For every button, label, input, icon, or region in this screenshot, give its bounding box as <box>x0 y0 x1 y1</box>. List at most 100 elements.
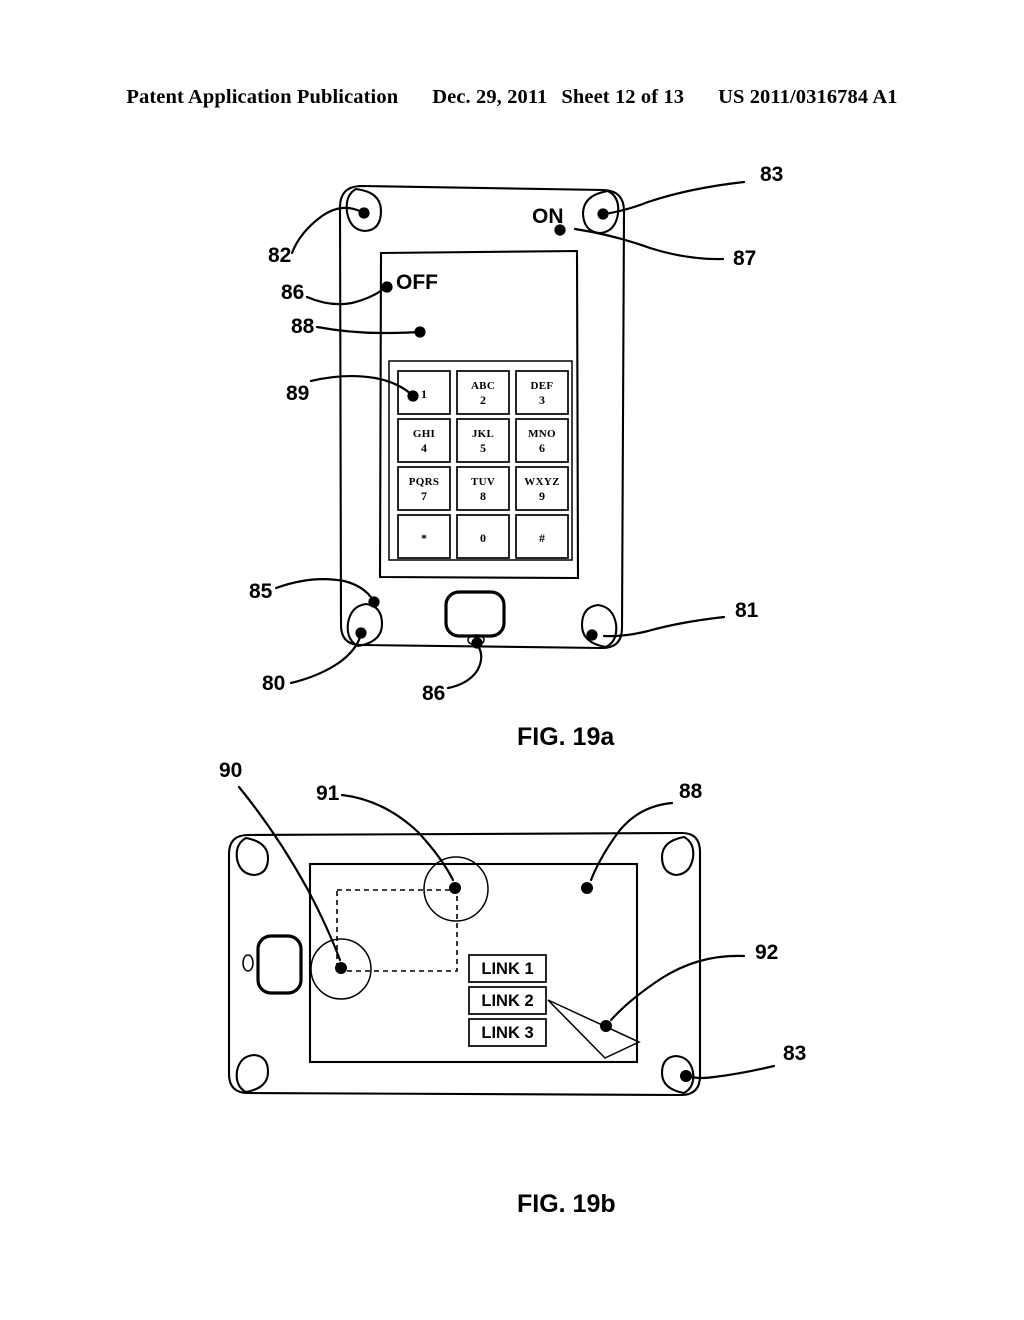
microphone-oval-19b <box>242 954 254 972</box>
link-item-3[interactable]: LINK 3 <box>468 1018 547 1047</box>
leader-90 <box>237 785 342 962</box>
reference-numeral-85: 85 <box>249 580 273 603</box>
key-letters: DEF <box>531 380 554 392</box>
leader-86-bottom <box>446 644 483 690</box>
key-digit: 9 <box>539 489 545 503</box>
ref-dot-89 <box>407 390 419 402</box>
corner-tab-bottom-left-19a <box>346 602 384 648</box>
reference-numeral-88: 88 <box>679 780 703 803</box>
leader-82 <box>290 206 364 255</box>
link-label: LINK 3 <box>481 1024 533 1042</box>
reference-numeral-82: 82 <box>268 244 291 267</box>
link-label: LINK 2 <box>481 992 533 1010</box>
home-button-19a[interactable] <box>444 590 506 638</box>
keypad-key-2[interactable]: ABC2 <box>456 370 510 415</box>
ref-dot-83 <box>597 208 609 220</box>
reference-numeral-86: 86 <box>422 682 445 705</box>
key-digit: 3 <box>539 393 545 407</box>
leader-80 <box>289 635 362 685</box>
key-letters: WXYZ <box>524 476 559 488</box>
keypad-key-1[interactable]: 1 <box>397 370 451 415</box>
keypad-key-9[interactable]: WXYZ9 <box>515 466 569 511</box>
leader-87 <box>573 227 725 261</box>
ref-dot-87 <box>554 224 566 236</box>
link-item-1[interactable]: LINK 1 <box>468 954 547 983</box>
reference-numeral-87: 87 <box>733 247 756 270</box>
keypad-key-7[interactable]: PQRS7 <box>397 466 451 511</box>
reference-numeral-92: 92 <box>755 941 778 964</box>
leader-89 <box>309 375 413 396</box>
key-digit: * <box>421 531 427 545</box>
key-digit: # <box>539 531 545 545</box>
ref-dot-86-bottom <box>471 637 483 649</box>
corner-tab-bottom-left-19b <box>235 1053 270 1094</box>
leader-83 <box>603 180 746 216</box>
link-item-2[interactable]: LINK 2 <box>468 986 547 1015</box>
ref-dot-82 <box>358 207 370 219</box>
reference-numeral-86: 86 <box>281 281 304 304</box>
keypad-19a[interactable]: 1ABC2DEF3GHI4JKL5MNO6PQRS7TUV8WXYZ9* 0 # <box>397 370 569 559</box>
ref-dot-80 <box>355 627 367 639</box>
reference-numeral-90: 90 <box>219 759 242 782</box>
keypad-key-star[interactable]: * <box>397 514 451 559</box>
reference-numeral-83: 83 <box>783 1042 806 1065</box>
ref-dot-88-b <box>581 882 593 894</box>
keypad-key-hash[interactable]: # <box>515 514 569 559</box>
key-digit: 7 <box>421 489 427 503</box>
reference-numeral-81: 81 <box>735 599 759 622</box>
key-letters: MNO <box>528 428 556 440</box>
figure-label-19b: FIG. 19b <box>517 1190 616 1218</box>
corner-tab-bottom-right-19a <box>580 603 618 649</box>
leader-85 <box>274 578 375 602</box>
reference-numeral-91: 91 <box>316 782 340 805</box>
cursor-pointer-92 <box>547 999 641 1059</box>
reference-numeral-89: 89 <box>286 382 309 405</box>
ref-dot-90 <box>335 962 347 974</box>
ref-dot-81 <box>586 629 598 641</box>
ref-dot-92 <box>600 1020 612 1032</box>
figure-label-19a: FIG. 19a <box>517 723 615 751</box>
keypad-key-3[interactable]: DEF3 <box>515 370 569 415</box>
figure-19a: 1ABC2DEF3GHI4JKL5MNO6PQRS7TUV8WXYZ9* 0 # O… <box>249 163 783 751</box>
corner-tab-top-right-19b <box>660 835 695 877</box>
key-digit: 5 <box>480 441 486 455</box>
ref-dot-85 <box>368 596 380 608</box>
link-list-19b[interactable]: LINK 1 LINK 2 LINK 3 <box>468 954 547 1047</box>
keypad-key-4[interactable]: GHI4 <box>397 418 451 463</box>
leader-86-top <box>305 286 387 306</box>
key-letters: JKL <box>472 428 494 440</box>
key-digit: 2 <box>480 393 486 407</box>
ref-dot-83-b <box>680 1070 692 1082</box>
home-button-19b[interactable] <box>256 934 303 995</box>
leader-92 <box>609 954 746 1022</box>
leader-91 <box>340 793 455 882</box>
corner-tab-top-left-19b <box>235 836 270 877</box>
leader-83-b <box>690 1064 776 1080</box>
screen-label-off-19a: OFF <box>396 271 438 294</box>
key-digit: 1 <box>421 387 427 401</box>
key-digit: 8 <box>480 489 486 503</box>
keypad-key-6[interactable]: MNO6 <box>515 418 569 463</box>
ref-dot-91 <box>449 882 461 894</box>
ref-dot-88 <box>414 326 426 338</box>
reference-numeral-83: 83 <box>760 163 783 186</box>
reference-numeral-88: 88 <box>291 315 315 338</box>
ref-dot-86-top <box>381 281 393 293</box>
leader-88-b <box>589 801 674 882</box>
patent-drawing-sheet: 1ABC2DEF3GHI4JKL5MNO6PQRS7TUV8WXYZ9* 0 # O… <box>219 163 806 1218</box>
dashed-selection-region-19b <box>336 889 458 972</box>
key-letters: TUV <box>471 476 495 488</box>
keypad-key-8[interactable]: TUV8 <box>456 466 510 511</box>
reference-numeral-80: 80 <box>262 672 285 695</box>
key-letters: ABC <box>471 380 495 392</box>
keypad-key-5[interactable]: JKL5 <box>456 418 510 463</box>
device-body-outline-19a <box>338 184 626 650</box>
key-digit: 4 <box>421 441 427 455</box>
link-label: LINK 1 <box>481 960 533 978</box>
key-letters: GHI <box>413 428 435 440</box>
key-letters: PQRS <box>409 476 440 488</box>
leader-88 <box>315 325 420 335</box>
figure-19b: LINK 1 LINK 2 LINK 3 90 91 88 92 83 FIG. 19b <box>219 759 806 1218</box>
keypad-key-0[interactable]: 0 <box>456 514 510 559</box>
key-digit: 0 <box>480 531 486 545</box>
